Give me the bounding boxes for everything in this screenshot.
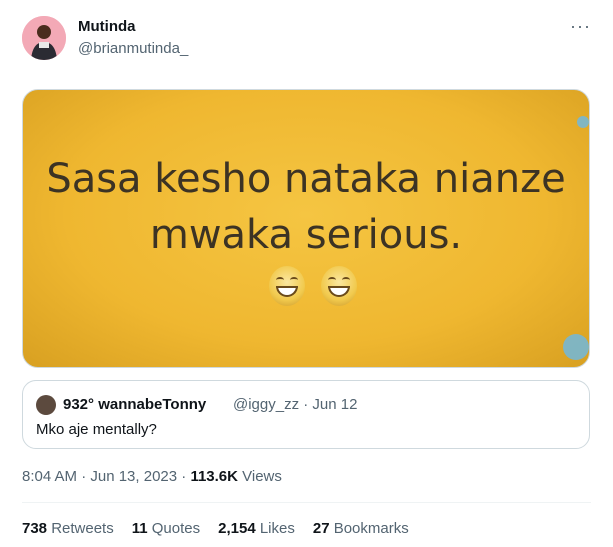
tweet-meta: 8:04 AM · Jun 13, 2023 · 113.6K Views	[22, 468, 282, 485]
image-caption-line1: Sasa kesho nataka nianze	[46, 156, 566, 202]
quotes-stat[interactable]: 11 Quotes	[132, 520, 200, 537]
more-options-icon[interactable]: ···	[570, 16, 591, 37]
grinning-face-icon	[321, 266, 357, 306]
retweets-stat[interactable]: 738 Retweets	[22, 520, 114, 537]
views-label: Views	[237, 468, 282, 485]
grinning-face-icon	[269, 266, 305, 306]
timestamp-link[interactable]: 8:04 AM · Jun 13, 2023 ·	[22, 468, 190, 485]
quoted-tweet-text: Mko aje mentally?	[36, 421, 157, 438]
image-caption-line2: mwaka serious.	[149, 212, 463, 258]
blue-splash-decoration	[577, 116, 589, 128]
quoted-author-name: 932° wannabeTonny	[63, 396, 207, 413]
quoted-author-avatar	[36, 395, 56, 415]
views-count: 113.6K	[190, 468, 238, 485]
likes-stat[interactable]: 2,154 Likes	[218, 520, 295, 537]
quoted-author-meta: @iggy_zz · Jun 12	[233, 396, 358, 413]
divider	[22, 502, 591, 503]
engagement-stats: 738 Retweets 11 Quotes 2,154 Likes 27 Bo…	[22, 520, 409, 537]
blue-splash-decoration	[563, 334, 589, 360]
quoted-tweet[interactable]: 932° wannabeTonny @iggy_zz · Jun 12 Mko …	[22, 380, 590, 449]
author-avatar[interactable]	[22, 16, 66, 60]
author-handle[interactable]: @brianmutinda_	[78, 40, 188, 57]
person-icon	[22, 16, 66, 60]
tweet-image[interactable]: Sasa kesho nataka nianze mwaka serious.	[22, 89, 590, 368]
author-display-name[interactable]: Mutinda	[78, 18, 136, 35]
laughing-emojis	[269, 266, 357, 306]
bookmarks-stat[interactable]: 27 Bookmarks	[313, 520, 409, 537]
